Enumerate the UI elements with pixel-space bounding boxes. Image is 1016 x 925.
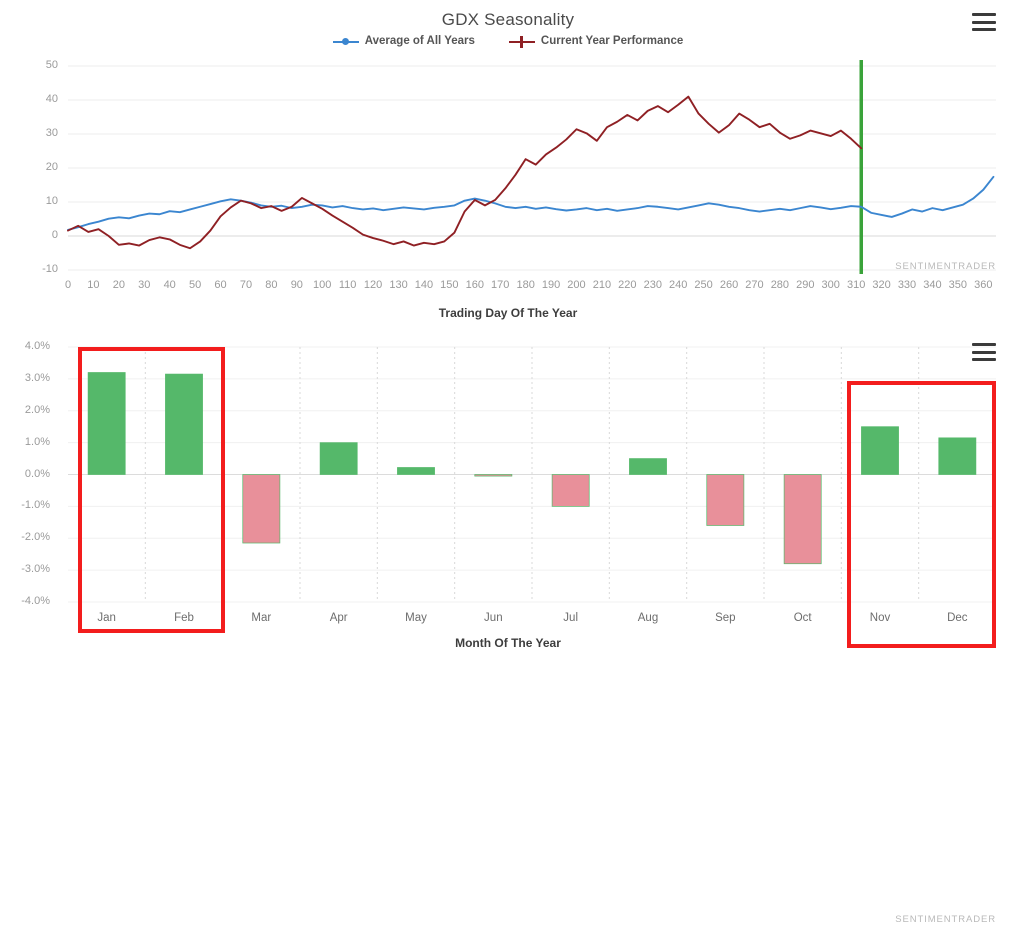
month-tick-label-jul: Jul bbox=[563, 612, 578, 624]
legend-marker-blue bbox=[332, 36, 359, 47]
legend-item-current-year-performance[interactable]: Current Year Performance bbox=[508, 35, 684, 48]
legend-label-average-of-all-years: Average of All Years bbox=[364, 35, 475, 47]
y-tick-label: 50 bbox=[45, 59, 58, 71]
x-tick-label: 360 bbox=[974, 279, 993, 291]
month-tick-label-aug: Aug bbox=[637, 612, 659, 624]
month-tick-label-nov: Nov bbox=[869, 612, 891, 624]
y-tick-label: -1.0% bbox=[21, 499, 50, 512]
y-tick-label: 2.0% bbox=[24, 403, 50, 416]
month-tick-label-oct: Oct bbox=[793, 612, 812, 624]
y-tick-label: 1.0% bbox=[24, 435, 50, 448]
x-axis-title-bottom: Month Of The Year bbox=[455, 636, 561, 650]
y-tick-label: 20 bbox=[45, 161, 58, 173]
chart-legend: Average of All Years Current Year Perfor… bbox=[0, 35, 1016, 48]
bar-chart-plot-area bbox=[68, 346, 996, 603]
watermark-bottom: SENTIMENTRADER bbox=[895, 914, 996, 925]
month-tick-label-jan: Jan bbox=[97, 612, 116, 624]
y-tick-label: 0 bbox=[51, 229, 58, 241]
month-tick-label-mar: Mar bbox=[251, 612, 272, 624]
y-tick-label: 0.0% bbox=[24, 467, 50, 480]
month-tick-label-jun: Jun bbox=[484, 612, 503, 624]
month-tick-label-may: May bbox=[405, 612, 427, 624]
legend-label-current-year-performance: Current Year Performance bbox=[540, 35, 684, 47]
watermark-top: SENTIMENTRADER bbox=[895, 261, 996, 272]
y-tick-label: -2.0% bbox=[21, 531, 50, 544]
y-tick-label: -10 bbox=[42, 263, 58, 275]
y-tick-label: 30 bbox=[45, 127, 58, 139]
page-title: GDX Seasonality bbox=[441, 10, 575, 29]
x-axis-title-top: Trading Day Of The Year bbox=[438, 306, 578, 320]
hamburger-menu-icon-top-chart[interactable] bbox=[972, 13, 996, 31]
y-tick-label: -3.0% bbox=[21, 563, 50, 576]
seasonality-line-chart-panel: GDX Seasonality Average of All Years Cur… bbox=[0, 0, 1016, 325]
monthly-average-return-bar-chart-panel: Average Return 4.0%3.0%2.0%1.0%0.0%-1.0%… bbox=[0, 325, 1016, 925]
legend-item-average-of-all-years[interactable]: Average of All Years bbox=[332, 35, 475, 47]
y-tick-label: 10 bbox=[45, 195, 58, 207]
month-tick-label-feb: Feb bbox=[174, 612, 194, 624]
y-tick-label: -4.0% bbox=[21, 595, 50, 607]
month-tick-label-sep: Sep bbox=[715, 612, 736, 624]
legend-marker-red bbox=[508, 35, 535, 48]
y-tick-label: 3.0% bbox=[24, 371, 50, 384]
month-tick-label-apr: Apr bbox=[329, 612, 348, 624]
y-tick-label: 40 bbox=[45, 93, 58, 105]
month-tick-label-dec: Dec bbox=[947, 612, 968, 624]
line-chart-plot-area bbox=[67, 60, 996, 274]
y-tick-label: 4.0% bbox=[24, 340, 50, 352]
